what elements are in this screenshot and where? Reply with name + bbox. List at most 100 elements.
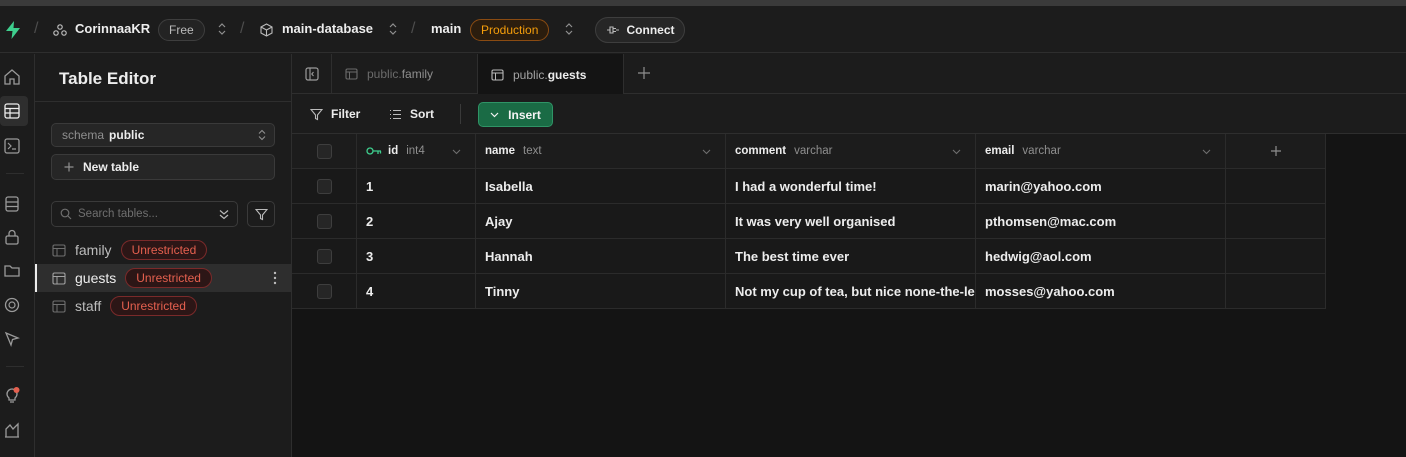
tab-table-name: guests (547, 67, 587, 82)
add-column-plus-icon (1270, 146, 1281, 156)
sort-button[interactable]: Sort (389, 104, 434, 124)
search-icon (60, 208, 72, 220)
cell-comment[interactable]: Not my cup of tea, but nice none-the-les… (726, 274, 976, 309)
sort-list-icon (390, 109, 401, 119)
search-tables-box[interactable] (51, 201, 238, 227)
sidebar-header-divider (35, 101, 291, 102)
cell-name[interactable]: Tinny (476, 274, 726, 309)
main-panel: public.family public.guests Filter Sort (292, 54, 1406, 457)
row-checkbox[interactable] (316, 178, 332, 194)
cell-comment[interactable]: The best time ever (726, 239, 976, 274)
table-icon (52, 243, 66, 257)
row-checkbox[interactable] (316, 248, 332, 264)
cell-name[interactable]: Isabella (476, 169, 726, 204)
select-all-checkbox[interactable] (316, 143, 332, 159)
table-name: family (75, 242, 112, 258)
column-header-id[interactable]: id int4 (357, 134, 476, 169)
cell-comment[interactable]: I had a wonderful time! (726, 169, 976, 204)
chevron-updown-icon (258, 129, 266, 141)
table-row[interactable]: 4 Tinny Not my cup of tea, but nice none… (292, 274, 1326, 309)
tab-guests[interactable]: public.guests (478, 54, 624, 95)
advisor-icon[interactable] (3, 330, 21, 348)
home-icon[interactable] (3, 68, 21, 86)
cell-comment[interactable]: It was very well organised (726, 204, 976, 239)
column-header-name[interactable]: name text (476, 134, 726, 169)
sort-label: Sort (410, 107, 434, 121)
tips-icon[interactable] (3, 386, 21, 404)
storage-icon[interactable] (3, 261, 21, 279)
org-switcher-icon[interactable] (217, 22, 227, 36)
realtime-icon[interactable] (3, 296, 21, 314)
table-editor-sidebar: Table Editor schema public New table Sea… (35, 54, 292, 457)
add-column-cell[interactable] (1226, 134, 1326, 169)
tab-schema: public. (367, 67, 402, 81)
cell-email[interactable]: mosses@yahoo.com (976, 274, 1226, 309)
table-icon (491, 68, 504, 81)
cell-id[interactable]: 3 (357, 239, 476, 274)
cell-email[interactable]: hedwig@aol.com (976, 239, 1226, 274)
chevron-down-icon[interactable] (452, 147, 461, 156)
cell-id[interactable]: 2 (357, 204, 476, 239)
primary-key-icon (366, 147, 382, 155)
insert-button[interactable]: Insert (478, 102, 553, 127)
row-select-cell (292, 274, 357, 309)
row-select-cell (292, 169, 357, 204)
row-checkbox[interactable] (316, 283, 332, 299)
environment-badge: Production (470, 19, 550, 41)
supabase-logo-icon[interactable] (3, 20, 23, 40)
database-icon[interactable] (3, 195, 21, 213)
cell-email[interactable]: marin@yahoo.com (976, 169, 1226, 204)
branch-switcher-icon[interactable] (564, 22, 574, 36)
cell-id[interactable]: 1 (357, 169, 476, 204)
tab-family[interactable]: public.family (332, 54, 478, 94)
branch-name[interactable]: main (431, 21, 461, 36)
filter-tables-button[interactable] (247, 201, 275, 227)
chevron-down-icon[interactable] (1202, 147, 1211, 156)
rail-divider (6, 173, 24, 174)
chevron-down-icon[interactable] (952, 147, 961, 156)
search-tables-input[interactable] (78, 208, 208, 220)
table-row[interactable]: 3 Hannah The best time ever hedwig@aol.c… (292, 239, 1326, 274)
tab-schema: public. (513, 67, 548, 82)
reports-icon[interactable] (3, 421, 21, 439)
row-checkbox[interactable] (316, 213, 332, 229)
table-editor-icon[interactable] (3, 102, 21, 120)
sidebar-toggle-button[interactable] (292, 54, 332, 94)
project-switcher-icon[interactable] (388, 22, 398, 36)
rls-status-badge: Unrestricted (120, 240, 208, 260)
new-table-button[interactable]: New table (51, 154, 275, 180)
column-type: varchar (1022, 145, 1061, 157)
project-name[interactable]: main-database (282, 21, 373, 36)
sql-editor-icon[interactable] (3, 137, 21, 155)
row-select-cell (292, 239, 357, 274)
cell-id[interactable]: 4 (357, 274, 476, 309)
column-type: text (523, 145, 542, 157)
connect-button[interactable]: Connect (595, 17, 685, 43)
schema-select[interactable]: schema public (51, 123, 275, 147)
table-name: staff (75, 298, 102, 314)
more-options-icon[interactable] (273, 271, 277, 285)
toolbar-divider (460, 104, 461, 124)
cell-name[interactable]: Hannah (476, 239, 726, 274)
sidebar-title: Table Editor (59, 69, 156, 88)
cell-email[interactable]: pthomsen@mac.com (976, 204, 1226, 239)
table-list-item-family[interactable]: family Unrestricted (35, 236, 291, 264)
project-cube-icon (260, 23, 273, 37)
org-name[interactable]: CorinnaaKR (75, 21, 150, 36)
connect-label: Connect (626, 23, 675, 37)
column-header-email[interactable]: email varchar (976, 134, 1226, 169)
tab-bar: public.family public.guests (292, 54, 1406, 95)
auth-icon[interactable] (3, 228, 21, 246)
table-list-item-staff[interactable]: staff Unrestricted (35, 292, 291, 320)
column-header-comment[interactable]: comment varchar (726, 134, 976, 169)
table-list-item-guests[interactable]: guests Unrestricted (35, 264, 291, 292)
plus-icon (64, 162, 74, 172)
table-row[interactable]: 2 Ajay It was very well organised pthoms… (292, 204, 1326, 239)
insert-label: Insert (508, 107, 541, 122)
table-row[interactable]: 1 Isabella I had a wonderful time! marin… (292, 169, 1326, 204)
cell-name[interactable]: Ajay (476, 204, 726, 239)
chevron-down-icon[interactable] (702, 147, 711, 156)
chevrons-down-icon[interactable] (219, 209, 229, 220)
filter-button[interactable]: Filter (310, 104, 360, 124)
new-tab-plus-icon[interactable] (637, 66, 651, 80)
